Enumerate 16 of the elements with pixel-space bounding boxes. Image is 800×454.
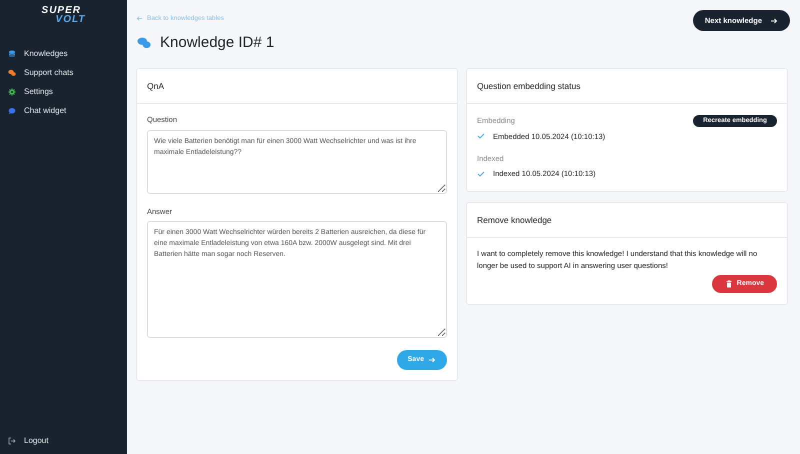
card-title: QnA (137, 69, 457, 104)
sidebar-item[interactable]: Support chats (0, 63, 127, 82)
card-title: Remove knowledge (467, 203, 787, 238)
trash-icon (724, 280, 733, 288)
arrow-right-icon (428, 356, 436, 364)
chat-bubbles-icon (136, 36, 152, 50)
arrow-left-icon (136, 15, 143, 22)
card-title: Question embedding status (467, 69, 787, 104)
sidebar-item[interactable]: Settings (0, 82, 127, 101)
logout-icon (8, 436, 16, 444)
sidebar-item[interactable]: Knowledges (0, 44, 127, 63)
logout-link[interactable]: Logout (0, 431, 127, 450)
sidebar-item[interactable]: Chat widget (0, 101, 127, 120)
page-title: Knowledge ID# 1 (160, 34, 274, 52)
arrow-right-icon (770, 16, 778, 24)
logo: SUPER VOLT (42, 6, 86, 24)
